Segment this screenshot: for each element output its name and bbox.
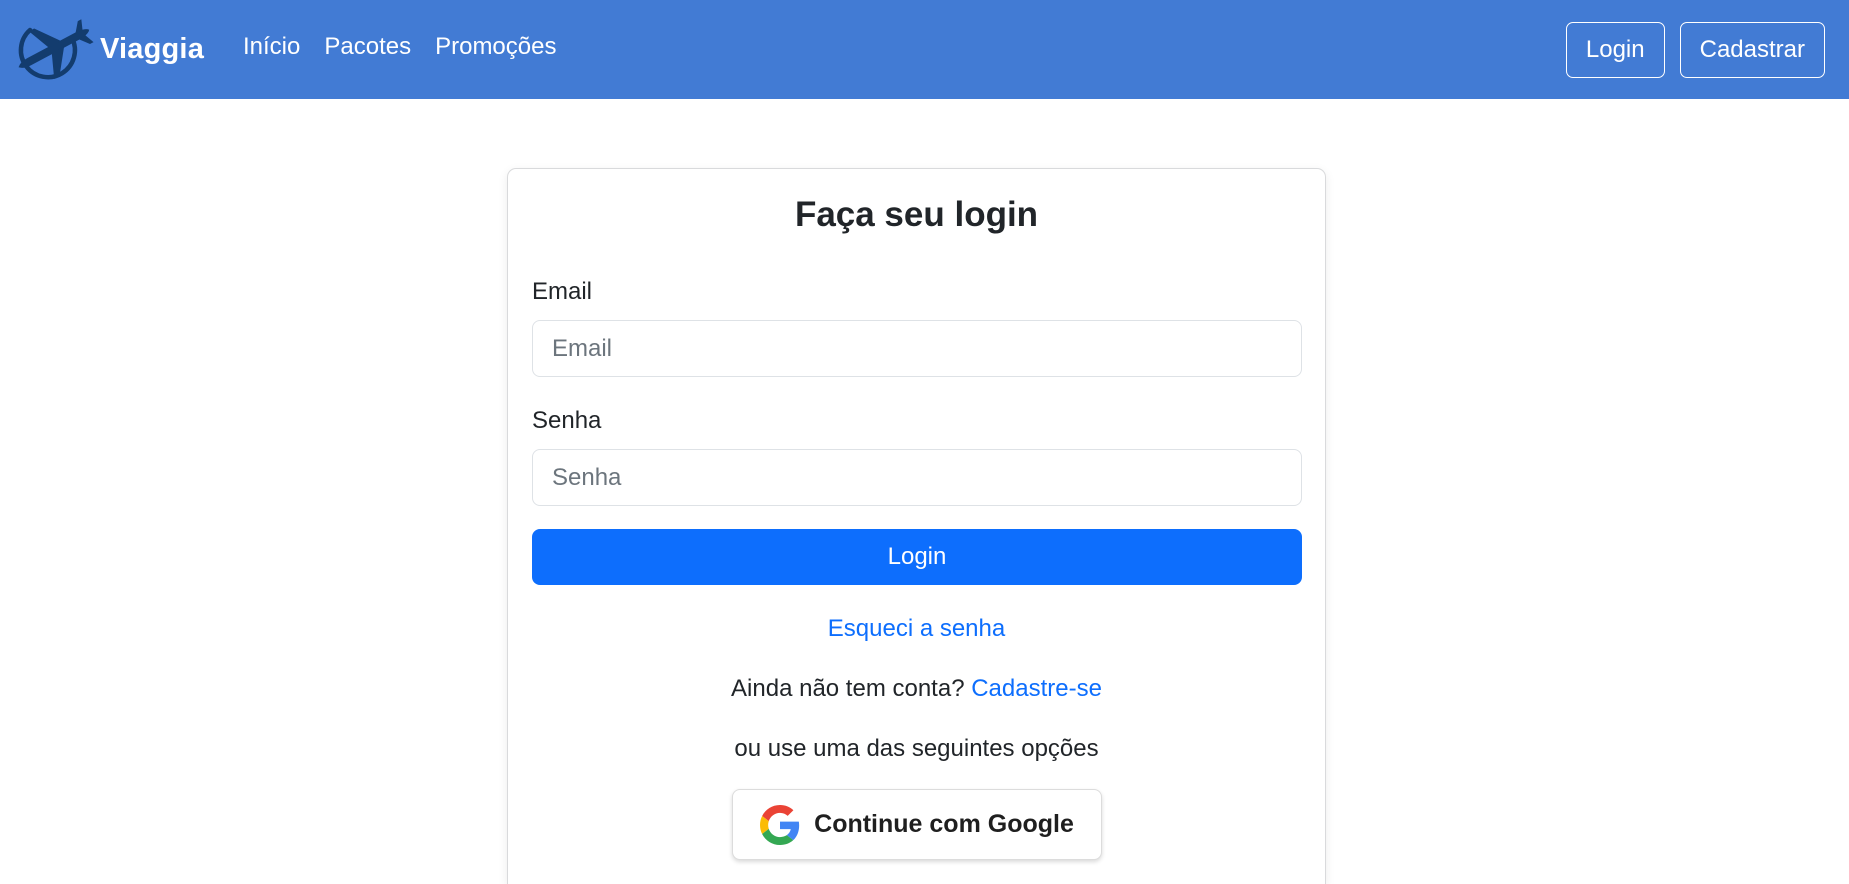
google-button-label: Continue com Google xyxy=(814,810,1074,838)
email-label: Email xyxy=(532,278,593,305)
nav-actions: Login Cadastrar xyxy=(1565,22,1825,78)
other-options-text: ou use uma das seguintes opções xyxy=(734,735,1099,762)
forgot-password-row: Esqueci a senha xyxy=(508,615,1325,643)
nav-signup-button[interactable]: Cadastrar xyxy=(1679,22,1825,78)
signup-link[interactable]: Cadastre-se xyxy=(971,675,1102,702)
page-title: Faça seu login xyxy=(794,195,1039,234)
nav-link-inicio[interactable]: Início xyxy=(243,33,300,61)
airplane-globe-icon xyxy=(18,19,94,80)
password-field[interactable] xyxy=(532,449,1302,506)
nav-link-promocoes[interactable]: Promoções xyxy=(435,33,556,61)
login-card: Faça seu login Email Senha Login Esqueci… xyxy=(507,168,1326,884)
nav-login-button[interactable]: Login xyxy=(1565,22,1665,78)
navbar: Viaggia Início Pacotes Promoções Login C… xyxy=(0,0,1849,99)
main-nav: Início Pacotes Promoções xyxy=(243,33,556,61)
email-field[interactable] xyxy=(532,320,1302,377)
forgot-password-link[interactable]: Esqueci a senha xyxy=(828,615,1005,642)
login-submit-button[interactable]: Login xyxy=(532,529,1302,585)
no-account-text: Ainda não tem conta? xyxy=(731,675,965,702)
google-login-button[interactable]: Continue com Google xyxy=(732,789,1102,860)
brand[interactable]: Viaggia xyxy=(10,16,204,82)
signup-row: Ainda não tem conta? Cadastre-se xyxy=(508,675,1325,703)
nav-link-pacotes[interactable]: Pacotes xyxy=(324,33,411,61)
password-label: Senha xyxy=(532,407,602,434)
brand-name: Viaggia xyxy=(100,32,205,65)
google-icon xyxy=(760,804,800,845)
